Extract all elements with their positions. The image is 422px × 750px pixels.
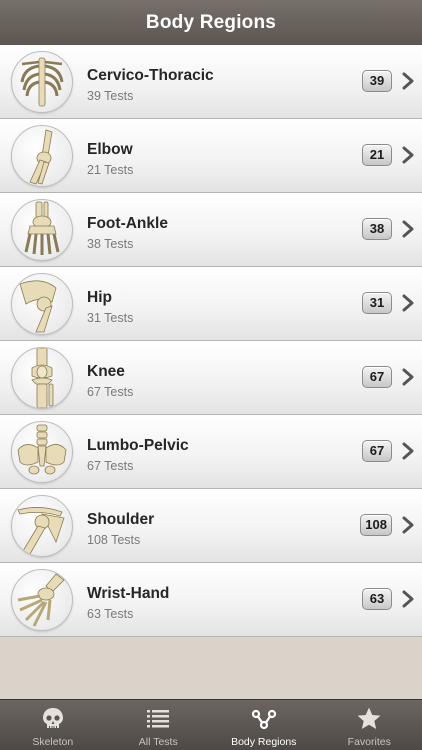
region-row-hip[interactable]: Hip 31 Tests 31 bbox=[0, 267, 422, 341]
tab-label: Favorites bbox=[347, 736, 391, 748]
chevron-right-icon bbox=[402, 146, 414, 164]
tab-all-tests[interactable]: All Tests bbox=[106, 700, 212, 750]
count-badge: 31 bbox=[362, 292, 392, 314]
region-row-cervico-thoracic[interactable]: Cervico-Thoracic 39 Tests 39 bbox=[0, 45, 422, 119]
tab-favorites[interactable]: Favorites bbox=[317, 700, 422, 750]
count-badge: 38 bbox=[362, 218, 392, 240]
knee-bone-icon bbox=[11, 347, 73, 409]
region-row-knee[interactable]: Knee 67 Tests 67 bbox=[0, 341, 422, 415]
star-icon bbox=[357, 707, 381, 729]
shoulder-bone-icon bbox=[11, 495, 73, 557]
elbow-bone-icon bbox=[11, 125, 73, 187]
region-row-elbow[interactable]: Elbow 21 Tests 21 bbox=[0, 119, 422, 193]
region-name: Wrist-Hand bbox=[87, 585, 170, 602]
region-name: Shoulder bbox=[87, 511, 155, 528]
count-badge: 67 bbox=[362, 366, 392, 388]
count-badge: 39 bbox=[362, 70, 392, 92]
region-test-count-label: 39 Tests bbox=[87, 89, 134, 103]
page-title: Body Regions bbox=[145, 11, 277, 33]
count-badge: 67 bbox=[362, 440, 392, 462]
regions-network-icon bbox=[251, 709, 276, 730]
hand-bone-icon bbox=[11, 569, 73, 631]
chevron-right-icon bbox=[402, 72, 414, 90]
count-badge: 108 bbox=[360, 514, 392, 536]
chevron-right-icon bbox=[402, 590, 414, 608]
skull-icon bbox=[42, 708, 63, 728]
hip-bone-icon bbox=[11, 273, 73, 335]
chevron-right-icon bbox=[402, 442, 414, 460]
region-row-shoulder[interactable]: Shoulder 108 Tests 108 bbox=[0, 489, 422, 563]
tab-body-regions[interactable]: Body Regions bbox=[211, 700, 317, 750]
tab-label: Body Regions bbox=[231, 736, 297, 748]
tab-label: All Tests bbox=[138, 736, 178, 748]
region-test-count-label: 38 Tests bbox=[87, 237, 134, 251]
tab-skeleton[interactable]: Skeleton bbox=[0, 700, 106, 750]
region-list: Cervico-Thoracic 39 Tests 39 Elbow 21 Te… bbox=[0, 45, 422, 637]
chevron-right-icon bbox=[402, 516, 414, 534]
region-test-count-label: 67 Tests bbox=[87, 385, 134, 399]
region-name: Lumbo-Pelvic bbox=[87, 437, 189, 454]
region-test-count-label: 108 Tests bbox=[87, 533, 141, 547]
region-name: Knee bbox=[87, 363, 125, 380]
count-badge: 21 bbox=[362, 144, 392, 166]
chevron-right-icon bbox=[402, 220, 414, 238]
count-badge: 63 bbox=[362, 588, 392, 610]
region-row-wrist-hand[interactable]: Wrist-Hand 63 Tests 63 bbox=[0, 563, 422, 637]
spine-ribcage-icon bbox=[11, 51, 73, 113]
region-row-lumbo-pelvic[interactable]: Lumbo-Pelvic 67 Tests 67 bbox=[0, 415, 422, 489]
region-row-foot-ankle[interactable]: Foot-Ankle 38 Tests 38 bbox=[0, 193, 422, 267]
region-name: Hip bbox=[87, 289, 112, 306]
navigation-bar: Body Regions bbox=[0, 0, 422, 46]
region-name: Foot-Ankle bbox=[87, 215, 168, 232]
region-test-count-label: 63 Tests bbox=[87, 607, 134, 621]
chevron-right-icon bbox=[402, 294, 414, 312]
region-test-count-label: 31 Tests bbox=[87, 311, 134, 325]
list-icon bbox=[147, 710, 170, 728]
tab-label: Skeleton bbox=[32, 736, 74, 748]
pelvis-bone-icon bbox=[11, 421, 73, 483]
region-test-count-label: 21 Tests bbox=[87, 163, 134, 177]
region-test-count-label: 67 Tests bbox=[87, 459, 134, 473]
region-name: Cervico-Thoracic bbox=[87, 67, 214, 84]
foot-bone-icon bbox=[11, 199, 73, 261]
tab-bar: Skeleton All Tests Body Regions Favorite… bbox=[0, 699, 422, 750]
chevron-right-icon bbox=[402, 368, 414, 386]
region-name: Elbow bbox=[87, 141, 133, 158]
